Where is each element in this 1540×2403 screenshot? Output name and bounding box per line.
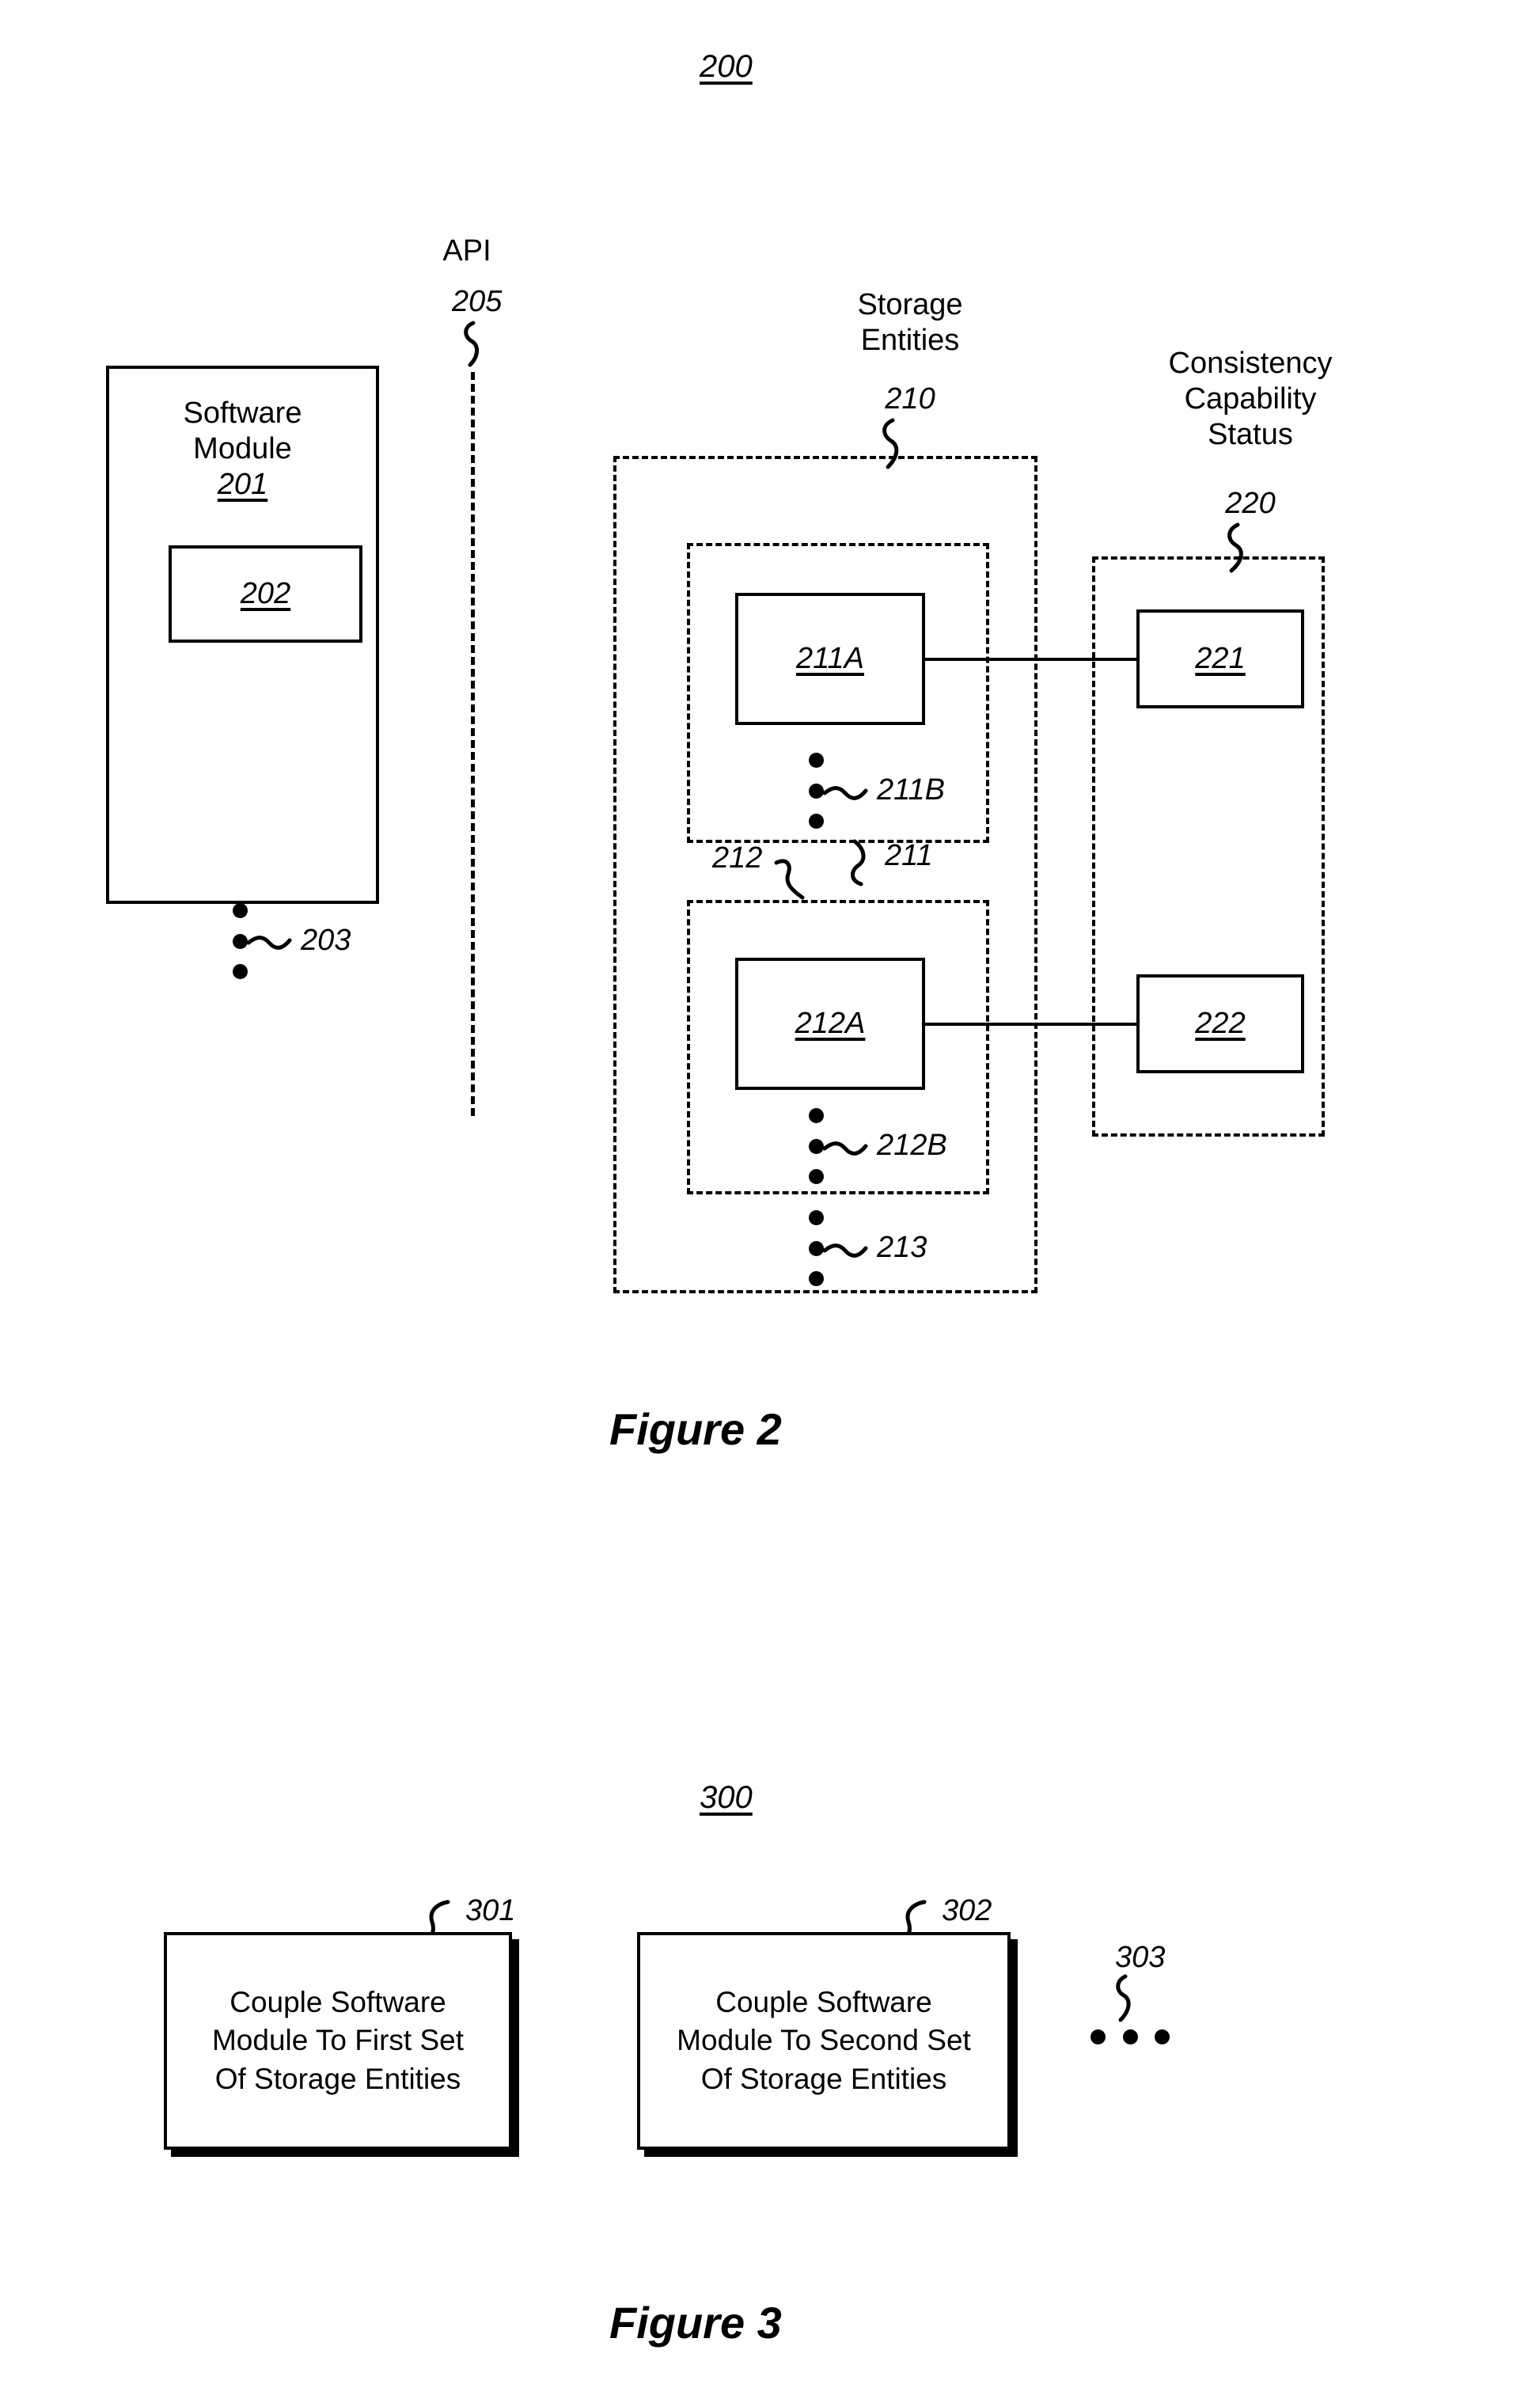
figure-3-ellipsis-dots bbox=[1091, 2029, 1170, 2044]
step-301-text-block: Couple Software Module To First Set Of S… bbox=[201, 1984, 475, 2097]
leader-squiggle-303 bbox=[1116, 1974, 1131, 2022]
step-301-line3: Of Storage Entities bbox=[214, 2062, 461, 2095]
step-301-ref: 301 bbox=[465, 1894, 516, 1927]
step-301-line2: Module To First Set bbox=[211, 2024, 465, 2057]
figure-3-number: 300 bbox=[700, 1780, 753, 1815]
step-301-box: Couple Software Module To First Set Of S… bbox=[164, 1932, 512, 2150]
step-302-text-block: Couple Software Module To Second Set Of … bbox=[666, 1984, 982, 2097]
step-301-line1: Couple Software bbox=[229, 1986, 446, 2019]
step-302-line1: Couple Software bbox=[715, 1986, 932, 2019]
step-302-line3: Of Storage Entities bbox=[700, 2062, 947, 2095]
ellipsis-dot bbox=[1155, 2029, 1170, 2044]
step-302-ref: 302 bbox=[942, 1894, 992, 1927]
step-302-box: Couple Software Module To Second Set Of … bbox=[637, 1932, 1011, 2150]
figure-3-ellipsis-ref: 303 bbox=[1115, 1941, 1166, 1974]
ellipsis-dot bbox=[1091, 2029, 1106, 2044]
ellipsis-dot bbox=[1122, 2029, 1138, 2044]
step-302-line2: Module To Second Set bbox=[677, 2024, 971, 2057]
figure-3-group: 300 301 Couple Software Module To First … bbox=[0, 0, 1540, 2403]
figure-3-caption: Figure 3 bbox=[609, 2298, 782, 2348]
patent-drawing-sheet: 200 Software Module 201 202 203 API 205 bbox=[0, 0, 1540, 2403]
